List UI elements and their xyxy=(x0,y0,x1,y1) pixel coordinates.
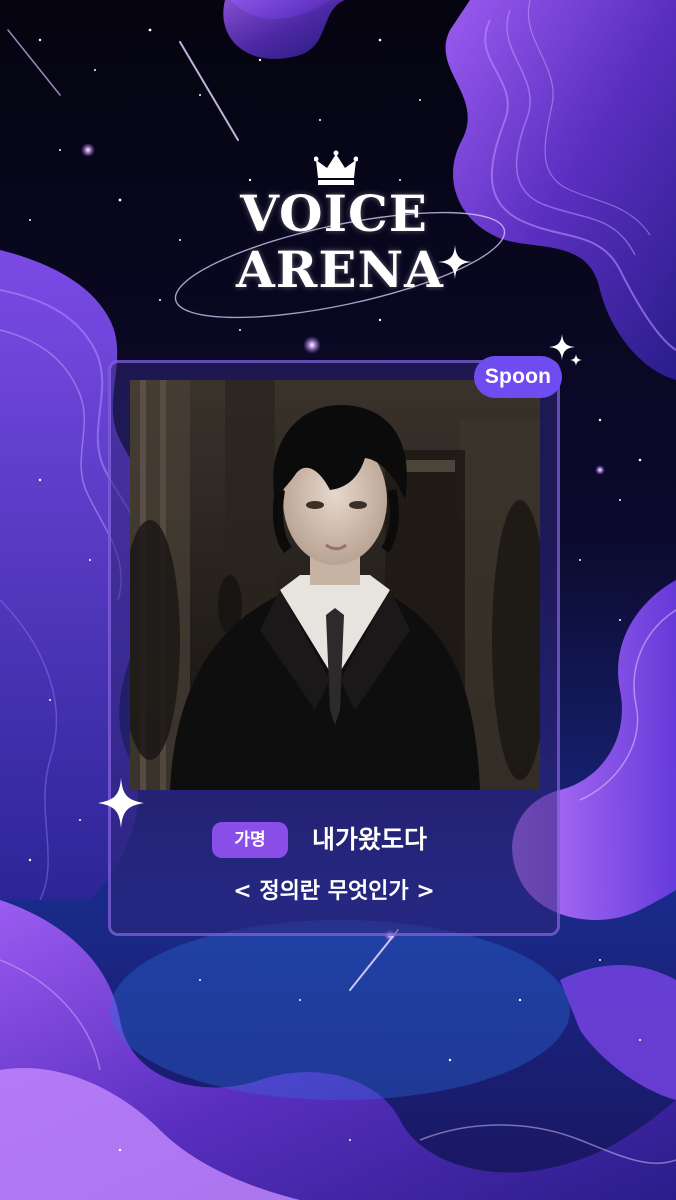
voice-arena-logo: VOICE ARENA xyxy=(170,150,510,330)
stage-name: 내가왔도다 xyxy=(312,825,428,854)
song-title: < 정의란 무엇인가 > xyxy=(233,879,435,904)
stage-name-label: 가명 xyxy=(212,822,288,858)
crown-icon xyxy=(314,150,358,185)
logo-text-voice: VOICE xyxy=(240,184,428,243)
profile-portrait xyxy=(130,380,540,790)
sparkle-icon xyxy=(549,334,582,366)
sparkle-icon xyxy=(98,778,144,828)
voice-arena-poster: VOICE ARENA Spoon 가명 내가왔도다 < 정의란 무엇인가 > xyxy=(0,0,676,1200)
sparkle-icon xyxy=(438,245,472,279)
